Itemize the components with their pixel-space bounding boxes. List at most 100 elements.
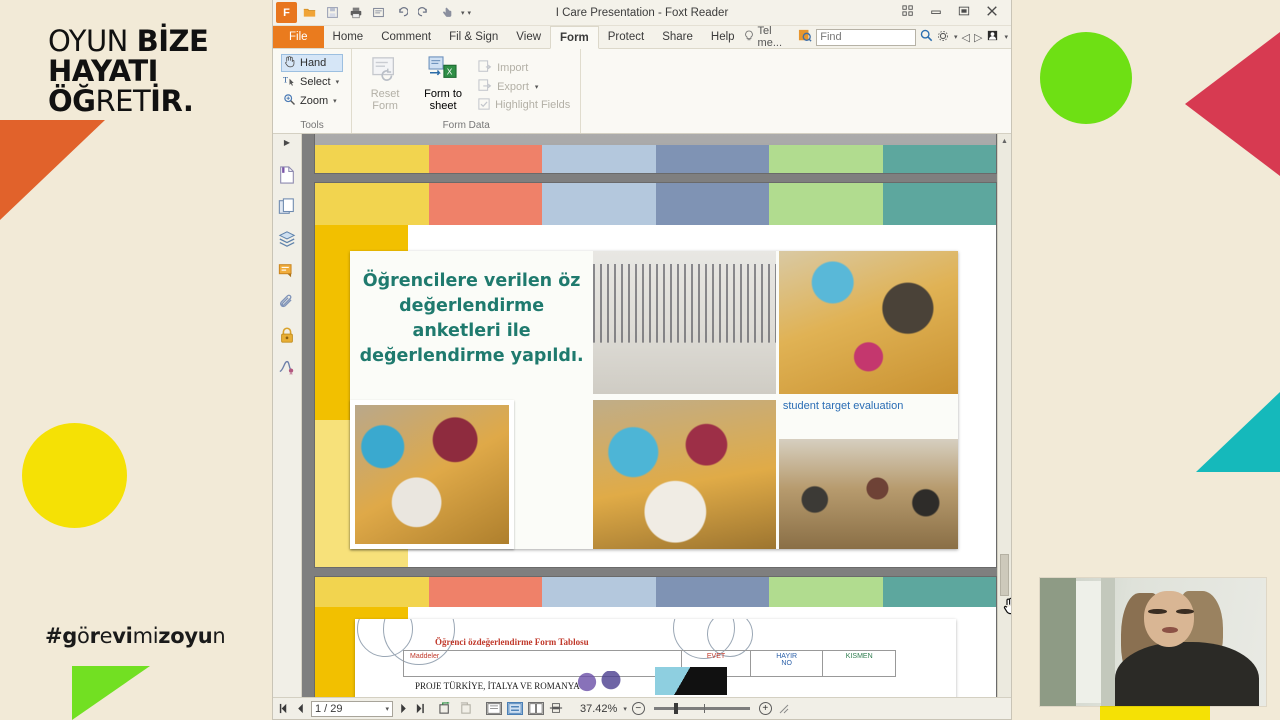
tab-help[interactable]: Help — [702, 26, 744, 48]
tab-comment[interactable]: Comment — [372, 26, 440, 48]
tab-home[interactable]: Home — [324, 26, 373, 48]
page-number-input[interactable]: 1 / 29 ▾ — [311, 700, 393, 717]
webcam-video-overlay[interactable] — [1040, 578, 1266, 706]
webcam-person-body — [1114, 642, 1260, 706]
hashtag-seg-4: e — [99, 624, 113, 648]
webcam-person-mouth — [1162, 626, 1178, 634]
brand-title-line2: HAYATI — [48, 54, 158, 88]
previous-arrow-icon[interactable]: ◁ — [962, 31, 970, 44]
hashtag-seg-6: mi — [132, 624, 159, 648]
export-label: Export — [497, 80, 529, 93]
continuous-view-icon[interactable] — [507, 702, 523, 715]
tab-protect[interactable]: Protect — [599, 26, 653, 48]
hashtag-seg-8: yu — [184, 624, 213, 648]
select-caret-icon[interactable]: ▾ — [336, 78, 340, 86]
zoom-in-button[interactable]: + — [758, 702, 772, 715]
print-preview-icon[interactable] — [368, 2, 389, 23]
search-icon[interactable] — [920, 29, 933, 45]
export-icon — [478, 78, 492, 95]
gear-icon[interactable] — [937, 30, 949, 45]
webcam-wall-panel-a — [1040, 578, 1077, 706]
decor-teal-triangle — [1196, 392, 1280, 472]
customize-qat-icon[interactable]: ▾ — [468, 9, 472, 17]
sidebar-item-bookmarks[interactable] — [277, 165, 297, 185]
resize-grip-icon[interactable] — [779, 704, 789, 714]
tell-me-label[interactable]: Tel me... — [758, 25, 795, 49]
select-tool-button[interactable]: T Select ▾ — [281, 73, 343, 91]
export-button[interactable]: Export ▾ — [478, 78, 570, 95]
minimize-icon[interactable] — [929, 5, 943, 20]
webcam-wall-panel-b — [1076, 580, 1102, 704]
rotate-right-icon[interactable] — [458, 702, 473, 715]
reset-form-button[interactable]: Reset Form — [356, 52, 414, 120]
zoom-out-button[interactable]: − — [631, 702, 645, 715]
search-document-icon[interactable] — [798, 29, 812, 45]
save-icon[interactable] — [322, 2, 343, 23]
decor-green-triangle — [72, 666, 150, 720]
form-to-sheet-button[interactable]: X Form to sheet — [414, 52, 472, 120]
hand-tool-button[interactable]: Hand — [281, 54, 344, 72]
sidebar-item-thumbnails[interactable] — [277, 197, 297, 217]
maximize-icon[interactable] — [957, 5, 971, 20]
tab-fill-and-sign[interactable]: Fil & Sign — [440, 26, 507, 48]
undo-icon[interactable] — [391, 2, 412, 23]
checkbox-icon — [478, 97, 490, 113]
next-arrow-icon[interactable]: ▷ — [974, 31, 982, 44]
sidebar-item-security[interactable] — [277, 325, 297, 345]
sidebar-item-layers[interactable] — [277, 229, 297, 249]
zoom-tool-button[interactable]: Zoom ▾ — [281, 92, 343, 110]
first-page-icon[interactable] — [277, 703, 290, 714]
zoom-slider[interactable] — [653, 703, 750, 714]
highlight-fields-checkbox[interactable]: Highlight Fields — [478, 97, 570, 113]
scroll-thumb[interactable] — [1000, 554, 1009, 596]
zoom-slider-knob[interactable] — [673, 703, 678, 714]
touch-mode-caret-icon[interactable]: ▾ — [461, 9, 465, 17]
next-page-icon[interactable] — [398, 703, 409, 714]
touch-mode-icon[interactable] — [437, 2, 458, 23]
page-dropdown-caret-icon[interactable]: ▾ — [385, 705, 389, 713]
restore-layout-icon[interactable] — [901, 5, 915, 20]
form-col-hayir-line2: NO — [781, 660, 792, 667]
rotate-left-icon[interactable] — [438, 702, 453, 715]
previous-page-icon[interactable] — [295, 703, 306, 714]
tab-file[interactable]: File — [273, 26, 324, 48]
tab-share[interactable]: Share — [653, 26, 702, 48]
tab-view[interactable]: View — [507, 26, 550, 48]
gear-caret-icon[interactable]: ▾ — [954, 33, 958, 41]
facing-view-icon[interactable] — [528, 702, 544, 715]
find-input[interactable]: Find — [816, 28, 916, 46]
tab-form[interactable]: Form — [550, 26, 599, 49]
color-strip-previous — [315, 145, 996, 173]
decor-orange-triangle — [0, 120, 105, 220]
last-page-icon[interactable] — [414, 703, 427, 714]
vertical-scrollbar[interactable]: ▲ — [997, 134, 1011, 697]
document-viewer[interactable]: Öğrencilere verilen öz değerlendirme ank… — [302, 134, 1011, 697]
open-folder-icon[interactable] — [299, 2, 320, 23]
scroll-up-button[interactable]: ▲ — [998, 134, 1011, 148]
slide-heading: Öğrencilere verilen öz değerlendirme ank… — [359, 271, 584, 366]
export-caret-icon[interactable]: ▾ — [535, 83, 539, 91]
sidebar-item-comments[interactable] — [277, 261, 297, 281]
import-button[interactable]: Import — [478, 59, 570, 76]
split-view-icon[interactable] — [549, 702, 565, 715]
zoom-dropdown-caret-icon[interactable]: ▾ — [623, 705, 627, 713]
page-main: Öğrencilere verilen öz değerlendirme ank… — [314, 182, 997, 568]
close-icon[interactable] — [985, 5, 999, 20]
account-icon[interactable] — [986, 29, 999, 45]
sidebar-item-attachments[interactable] — [277, 293, 297, 313]
print-icon[interactable] — [345, 2, 366, 23]
redo-icon[interactable] — [414, 2, 435, 23]
single-page-view-icon[interactable] — [486, 702, 502, 715]
zoom-caret-icon[interactable]: ▾ — [333, 97, 337, 105]
sidebar-item-signatures[interactable] — [277, 357, 297, 377]
import-icon — [478, 59, 492, 76]
brand-title-line3-b: RET — [95, 84, 151, 118]
reset-form-label-1: Reset — [370, 88, 400, 100]
hashtag-seg-3: r — [89, 624, 100, 648]
form-col-hayir: HAYIR NO — [751, 651, 824, 676]
account-caret-icon[interactable]: ▾ — [1004, 33, 1008, 41]
expand-sidebar-icon[interactable]: ▶ — [284, 138, 290, 147]
hand-icon — [283, 55, 296, 71]
page-next: Öğrenci özdeğerlendirme Form Tablosu Mad… — [314, 576, 997, 697]
slide-next-body: Öğrenci özdeğerlendirme Form Tablosu Mad… — [315, 607, 996, 697]
